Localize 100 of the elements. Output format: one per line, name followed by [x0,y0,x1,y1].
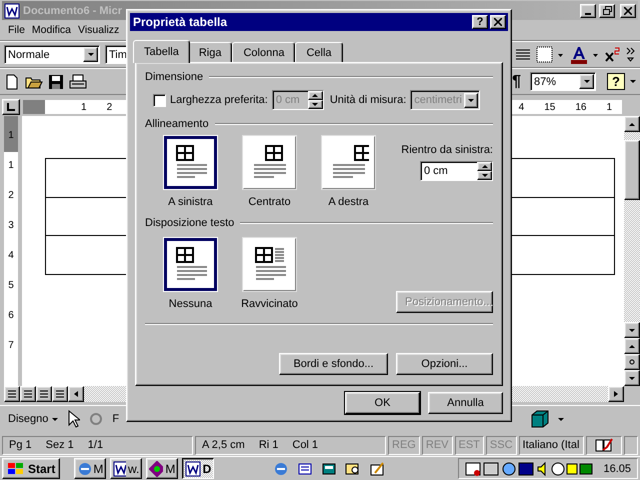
ruler-number: 16 [575,102,586,112]
draw-menu-button[interactable]: Disegno [6,411,60,427]
minimize-icon [585,12,591,14]
left-tab-icon [7,103,15,111]
tab[interactable]: Cella [295,42,343,62]
option-label: Nessuna [168,298,212,310]
panel-button[interactable]: Bordi e sfondo... [279,353,388,375]
document-w-icon [185,460,201,476]
spin-down-button[interactable] [477,171,492,180]
ruler-number: 7 [8,340,14,351]
scroll-up-button[interactable] [624,116,640,132]
spelling-book-icon [595,437,614,453]
ruler-number: 1 [606,102,612,112]
ruler-number: 3 [8,220,14,231]
menu-item[interactable]: Visualizz [78,24,120,36]
outline-view-button[interactable] [52,386,68,402]
tab[interactable]: Colonna [232,42,296,62]
close-icon [494,18,502,26]
status-text: Col 1 [292,439,318,451]
document-w-icon [4,2,20,18]
help-button[interactable]: ? [607,73,625,90]
ruler-number: 1 [81,102,87,112]
taskbar-button[interactable]: M [74,458,106,479]
font-color-icon[interactable] [570,44,600,64]
lines-icon [56,390,64,398]
status-language: Italiano (Ital [518,436,584,454]
tab[interactable]: Riga [188,42,232,62]
dropdown-button[interactable] [83,47,98,62]
group-heading: Dimensione [145,71,204,83]
taskbar-button[interactable]: w. [110,458,142,479]
circle-icon [629,359,635,365]
taskbar-button[interactable]: D [182,458,214,479]
ruler-number: 6 [8,310,14,321]
minimize-button[interactable] [580,4,596,18]
show-formatting-button[interactable]: ¶ [512,72,522,90]
checkbox-label: Larghezza preferita: [170,94,268,106]
measurement-field[interactable]: 0 cm [420,161,493,181]
dialog-button[interactable]: OK [345,392,420,414]
new-document-icon[interactable] [4,74,20,90]
3d-box-icon[interactable] [530,409,550,429]
scroll-right-button[interactable] [608,386,624,402]
normal-view-button[interactable] [4,386,20,402]
menu-item[interactable]: File [8,24,25,36]
magnifier-icon[interactable] [345,460,362,476]
chevron-icon[interactable] [626,46,636,62]
dialog-title: Proprietà tabella [133,15,228,29]
dropdown-button[interactable] [464,92,478,108]
status-text: Sez 1 [46,439,74,451]
layout-option[interactable] [164,238,217,291]
tab-selector[interactable] [2,99,20,115]
scroll-down-button[interactable] [624,322,640,338]
dialog-button[interactable]: Annulla [428,392,503,414]
superscript-icon[interactable] [605,46,621,62]
status-text: Pg 1 [9,439,32,451]
left-arrow-icon [74,391,78,397]
ruler-number: 2 [8,190,14,201]
ruler-number: 2 [106,102,112,112]
ruler-number: 15 [544,102,556,112]
lines-icon [40,390,48,398]
layout-view-button[interactable] [36,386,52,402]
menu-item[interactable]: Modifica [32,24,72,36]
windows-logo-icon [7,462,25,476]
field-label: Rientro da sinistra: [401,144,493,156]
scroll-left-button[interactable] [68,386,84,402]
channels-icon[interactable] [297,460,314,476]
border-icon[interactable] [535,44,565,64]
spin-up-button[interactable] [477,162,492,171]
calculator-icon[interactable] [321,460,338,476]
close-button[interactable] [490,15,506,29]
help-button[interactable]: ? [472,15,488,29]
start-button[interactable]: Start [2,458,60,479]
lines-icon [8,390,16,398]
vertical-scrollbar[interactable] [624,116,640,386]
zoom-dropdown[interactable]: 87% [530,72,596,91]
tab[interactable]: Tabella [133,40,190,63]
option-label: A destra [328,196,369,208]
palette-icon [149,460,164,476]
style-dropdown[interactable]: Normale [4,45,100,64]
pointer-icon[interactable] [68,410,80,428]
taskbar-button[interactable]: M [146,458,178,479]
scroll-thumb[interactable] [624,140,640,200]
restore-button[interactable] [599,4,615,18]
option-label: Centrato [248,196,291,208]
web-view-button[interactable] [20,386,36,402]
pencil-icon[interactable] [369,460,386,476]
ruler-number: 1 [8,130,14,141]
close-button[interactable] [620,4,636,18]
save-icon[interactable] [48,74,64,90]
status-text: Ri 1 [258,439,278,451]
select-browse-object-button[interactable] [624,354,640,370]
layout-option[interactable] [164,136,217,189]
printer-icon[interactable] [69,74,87,90]
close-icon [624,6,632,14]
next-page-button[interactable] [624,370,640,386]
dropdown-button[interactable] [579,74,594,89]
ruler-number: 4 [518,102,524,112]
group-heading: Allineamento [145,118,209,130]
group-heading: Disposizione testo [145,217,234,229]
previous-page-button[interactable] [624,338,640,354]
panel-button[interactable]: Opzioni... [396,353,493,375]
